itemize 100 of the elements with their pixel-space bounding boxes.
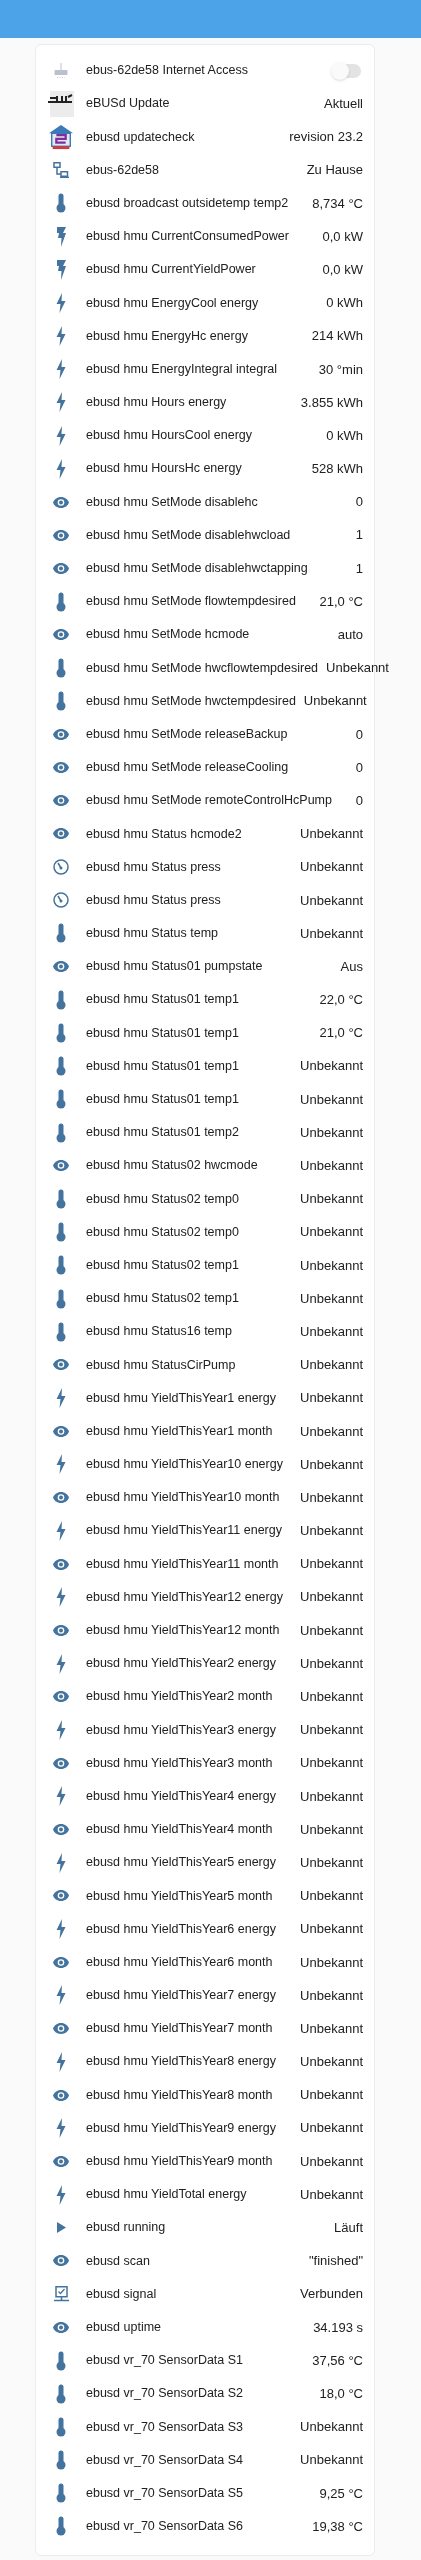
entity-name: ebus-62de58 <box>86 161 160 179</box>
entity-name: ebusd hmu SetMode hwctempdesired <box>86 692 296 710</box>
thermometer-icon <box>56 1188 66 1209</box>
entity-name: ebusd hmu YieldThisYear10 month <box>86 1489 281 1507</box>
entity-value: Unbekannt <box>300 1455 363 1474</box>
eye-icon <box>53 762 69 774</box>
entity-value: Unbekannt <box>300 2451 363 2470</box>
eye-icon <box>53 1558 69 1570</box>
lightning-icon <box>56 2051 66 2072</box>
thermometer-icon <box>56 1222 66 1243</box>
entity-name: ebusd hmu Status02 temp0 <box>86 1190 240 1208</box>
entity-value: Unbekannt <box>300 1256 363 1275</box>
entity-value: Unbekannt <box>300 1522 363 1541</box>
entity-name: ebusd hmu SetMode hcmode <box>86 626 251 644</box>
entity-name: ebusd running <box>86 2219 167 2237</box>
lightning-icon <box>56 1985 66 2006</box>
thermometer-icon <box>56 657 66 678</box>
entity-name: ebusd hmu YieldThisYear10 energy <box>86 1456 284 1474</box>
entity-name: ebusd hmu SetMode disablehwctapping <box>86 560 309 578</box>
thermometer-icon <box>56 923 66 944</box>
entity-name: ebusd hmu SetMode releaseCooling <box>86 759 290 777</box>
entity-value: 21,0 °C <box>319 592 363 611</box>
entity-name: ebusd hmu Status press <box>86 858 222 876</box>
lightning-icon <box>56 1388 66 1409</box>
entity-name: ebusd hmu YieldThisYear3 month <box>86 1754 274 1772</box>
entity-value: Unbekannt <box>300 2418 363 2437</box>
entity-value: Unbekannt <box>300 1090 363 1109</box>
entity-name: ebusd hmu Status16 temp <box>86 1323 233 1341</box>
entity-value: Unbekannt <box>303 692 367 711</box>
lightning-icon <box>56 1919 66 1940</box>
eye-icon <box>53 1624 69 1636</box>
entity-name: ebusd updatecheck <box>86 128 196 146</box>
entity-name: ebusd hmu SetMode flowtempdesired <box>86 593 297 611</box>
thermometer-icon <box>56 1056 66 1077</box>
entity-value: 22,0 °C <box>319 991 363 1010</box>
entity-name: ebusd hmu YieldThisYear9 energy <box>86 2119 277 2137</box>
eye-icon <box>53 2155 69 2167</box>
entity-name: ebusd hmu YieldThisYear5 month <box>86 1887 274 1905</box>
entity-value: 528 kWh <box>311 460 363 479</box>
eye-icon <box>53 1691 69 1703</box>
entity-value: Unbekannt <box>300 825 363 844</box>
entity-value: Aktuell <box>323 95 363 114</box>
entity-value: 19,38 °C <box>312 2517 363 2536</box>
lightning-icon <box>55 259 67 280</box>
eye-icon <box>53 2255 69 2267</box>
thermometer-icon <box>56 989 66 1010</box>
entity-name: ebusd hmu CurrentConsumedPower <box>86 228 290 246</box>
entity-name: ebusd hmu CurrentYieldPower <box>86 261 257 279</box>
entity-value: Unbekannt <box>300 1389 363 1408</box>
entity-value: revision 23.2 <box>289 128 363 147</box>
eye-icon <box>53 529 69 541</box>
lightning-icon <box>56 458 66 479</box>
entity-name: ebusd hmu Status02 temp1 <box>86 1256 240 1274</box>
entity-value: 0 <box>355 725 363 744</box>
entity-name: ebusd hmu YieldThisYear5 energy <box>86 1854 277 1872</box>
lightning-icon <box>56 1454 66 1475</box>
entity-value: Unbekannt <box>300 1190 363 1209</box>
entity-name: ebusd hmu StatusCirPump <box>86 1356 237 1374</box>
router-icon <box>54 62 68 79</box>
entity-value: Unbekannt <box>300 1920 363 1939</box>
entity-value: 0 <box>355 791 363 810</box>
entity-value: 0 kWh <box>326 294 363 313</box>
thermometer-icon <box>56 1089 66 1110</box>
thermometer-icon <box>56 691 66 712</box>
entity-name: ebusd hmu Status01 temp1 <box>86 991 240 1009</box>
entity-name: ebusd hmu SetMode releaseBackup <box>86 725 289 743</box>
entity-name: ebusd hmu YieldThisYear11 energy <box>86 1522 283 1540</box>
entity-name: ebusd hmu Status02 temp1 <box>86 1290 240 1308</box>
entity-name: ebusd hmu HoursCool energy <box>86 427 254 445</box>
entity-value: 0 <box>355 758 363 777</box>
entity-name: ebus-62de58 Internet Access <box>86 62 249 80</box>
entity-value: Unbekannt <box>300 1688 363 1707</box>
entity-value: Unbekannt <box>300 1621 363 1640</box>
thermometer-icon <box>56 1023 66 1044</box>
thermometer-icon <box>56 2483 66 2504</box>
entity-value: Aus <box>340 957 363 976</box>
entity-value: Unbekannt <box>300 1123 363 1142</box>
entity-name: ebusd hmu EnergyIntegral integral <box>86 360 279 378</box>
entity-name: ebusd hmu SetMode remoteControlHcPump <box>86 792 333 810</box>
entity-name: ebusd hmu Hours energy <box>86 394 228 412</box>
lightning-icon <box>56 326 66 347</box>
entity-name: ebusd hmu YieldThisYear8 month <box>86 2086 274 2104</box>
entity-name: ebusd hmu Status01 temp1 <box>86 1024 240 1042</box>
entity-value: Unbekannt <box>300 2152 363 2171</box>
lightning-icon <box>56 359 66 380</box>
entity-value: Unbekannt <box>300 1289 363 1308</box>
entity-value: Unbekannt <box>300 1157 363 1176</box>
eye-icon <box>53 961 69 973</box>
eye-icon <box>53 1824 69 1836</box>
entity-value: 30 °min <box>318 360 363 379</box>
entity-value: Unbekannt <box>300 891 363 910</box>
thermometer-icon <box>56 1255 66 1276</box>
entity-value: 21,0 °C <box>319 1024 363 1043</box>
entity-name: ebusd vr_70 SensorData S4 <box>86 2451 245 2469</box>
entity-value: Unbekannt <box>300 1887 363 1906</box>
entity-name: ebusd hmu SetMode disablehwcload <box>86 526 292 544</box>
entity-value: Unbekannt <box>300 1422 363 1441</box>
entity-value: Unbekannt <box>300 1223 363 1242</box>
lightning-icon <box>56 1520 66 1541</box>
entity-name: ebusd vr_70 SensorData S3 <box>86 2418 245 2436</box>
